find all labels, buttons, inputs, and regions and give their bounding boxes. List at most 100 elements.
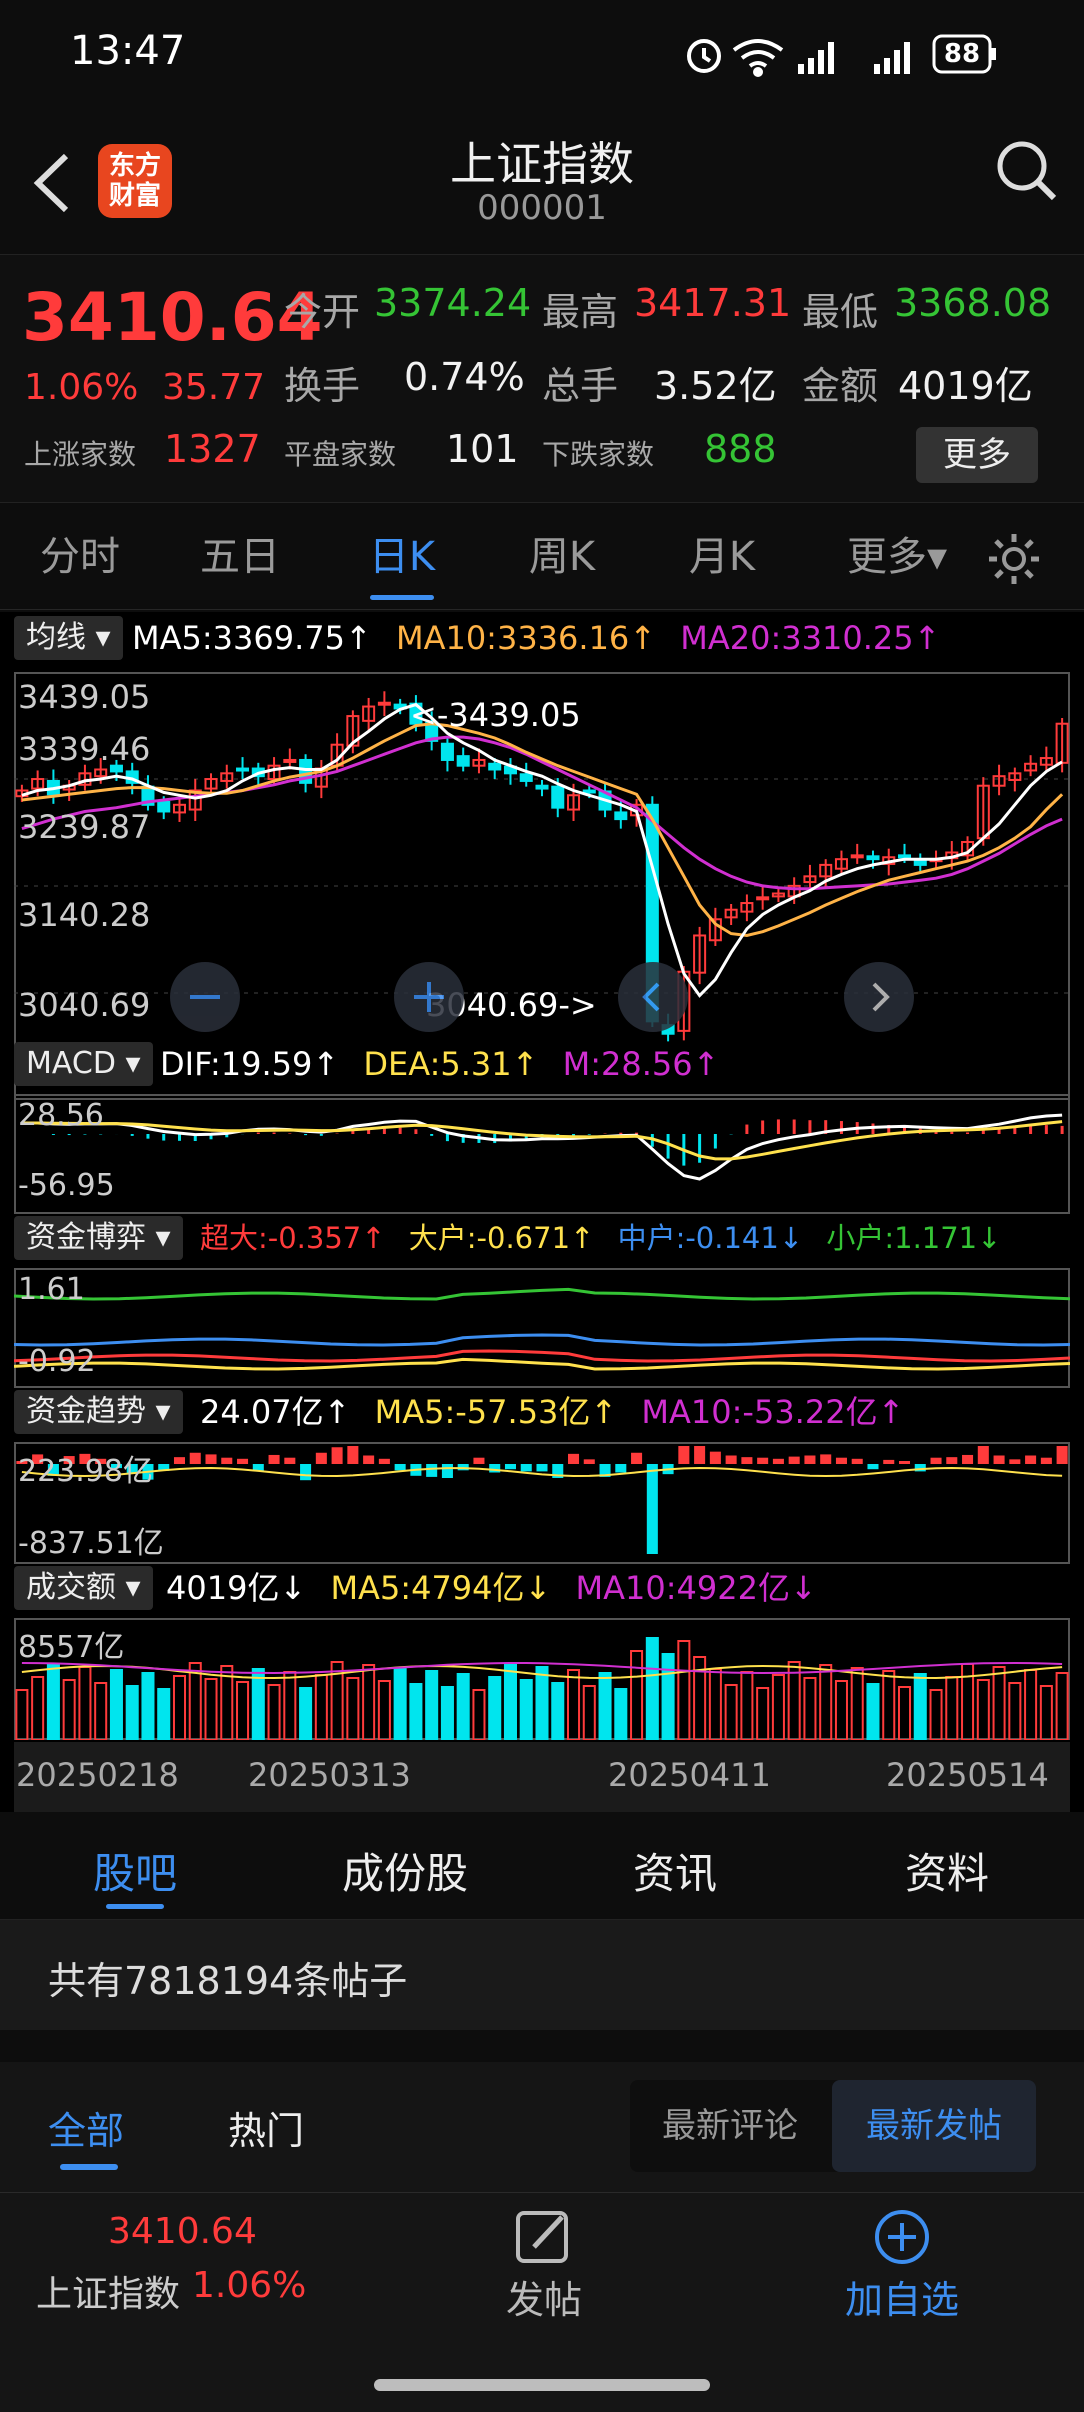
tab-more[interactable]: 更多▾ [832,505,962,610]
ma10-line [21,722,1064,938]
chart-frame [14,1094,1070,1214]
trend-bar [820,1454,832,1464]
ytick-5: 3040.69 [18,986,151,1024]
volume-bar [141,1672,155,1740]
open-label: 今开 [284,290,361,334]
candle-body [440,742,454,761]
change-percent: 1.06% [24,367,139,408]
trend-bar [237,1458,249,1464]
tab-intraday[interactable]: 分时 [20,505,140,610]
ma5-line [21,702,1063,998]
navigation-bar: 东方 财富 上证指数 000001 [0,110,1084,255]
fund-game-label: 资金博弈 [26,1220,146,1255]
volume-select[interactable]: 成交额 ▾ [14,1566,153,1610]
post-button[interactable]: 发帖 [504,2207,584,2337]
filter-all[interactable]: 全部 [48,2100,124,2155]
volume-bar [109,1669,123,1740]
chart-area: 均线 ▾ MA5:3369.75↑ MA10:3336.16↑ MA20:331… [0,612,1084,1812]
trend-bar [694,1446,706,1464]
ma-legend: MA5:3369.75↑ MA10:3336.16↑ MA20:3310.25↑ [132,616,954,660]
ma-indicator-select[interactable]: 均线 ▾ [14,616,123,660]
footer-name: 上证指数 [36,2274,181,2315]
trend-bar [347,1446,359,1464]
volume-bar [377,1680,391,1740]
macd-select[interactable]: MACD ▾ [14,1042,153,1086]
fund-game-select[interactable]: 资金博弈 ▾ [14,1216,183,1260]
trend-bar [583,1459,595,1464]
macd-ytick-1: 28.56 [18,1098,104,1133]
volume-bar [771,1674,785,1740]
ma5-value: MA5:3369.75↑ [132,619,372,657]
candle-body [897,854,912,859]
volume-value: 4019亿↓ [166,1569,307,1607]
open-value: 3374.24 [374,281,532,325]
tab-constituents[interactable]: 成份股 [320,1840,490,1901]
fund-game-chart [14,1268,1070,1388]
footer-pct: 1.06% [192,2265,307,2306]
trend-bar [631,1452,643,1464]
post-filter-bar: 全部 热门 最新评论 最新发帖 [0,2062,1084,2192]
high-marker: <-3439.05 [410,696,581,734]
scroll-right-button[interactable] [844,962,914,1032]
volume-bar [1055,1672,1069,1740]
fund-trend-chart [14,1442,1070,1564]
fund-trend-label: 资金趋势 [26,1394,146,1429]
amount-label: 金额 [802,364,879,408]
ma20-value: MA20:3310.25↑ [680,619,941,657]
add-watchlist-button[interactable]: 加自选 [842,2207,962,2337]
volume-bar [62,1679,76,1740]
trend-bar [300,1464,312,1481]
low-value: 3368.08 [894,281,1052,325]
settings-button[interactable] [986,531,1042,587]
volume-bar [551,1682,565,1740]
more-button[interactable]: 更多 [916,427,1038,483]
volume-bar [267,1684,281,1740]
fund-super: 超大:-0.357↑ [200,1221,386,1255]
trend-bar [284,1457,296,1464]
scroll-left-button[interactable] [618,962,688,1032]
kline-chart[interactable] [14,672,1070,1100]
zoom-out-button[interactable] [170,962,240,1032]
fund-trend-select[interactable]: 资金趋势 ▾ [14,1390,183,1434]
volume-bar [172,1675,187,1740]
trend-bar [709,1451,721,1464]
volume-bar [661,1653,675,1740]
date-label-4: 20250514 [886,1756,1049,1794]
fund-small: 小户:1.171↓ [826,1221,1002,1255]
trend-bar [788,1456,800,1464]
ytick-3: 3239.87 [18,808,151,846]
ytick-4: 3140.28 [18,896,151,934]
tab-guba[interactable]: 股吧 [60,1840,210,1901]
fund-mid: 中户:-0.141↓ [617,1221,804,1255]
tab-profile[interactable]: 资料 [872,1840,1022,1901]
zoom-in-button[interactable] [394,962,464,1032]
trend-bar [678,1446,690,1464]
candle-body [456,755,470,767]
sort-latest-comment[interactable]: 最新评论 [630,2080,830,2172]
tab-monthly-k[interactable]: 月K [662,505,782,610]
volume-bar [488,1676,502,1740]
search-button[interactable] [994,134,1058,204]
filter-hot[interactable]: 热门 [228,2100,304,2155]
volume-bar [834,1680,848,1740]
turnover-label: 换手 [284,364,361,408]
status-icons: 88 [680,30,1000,78]
volume-bar [440,1686,454,1740]
macd-dea: DEA:5.31↑ [363,1045,539,1083]
signal-icon [798,42,834,74]
period-tabs: 分时 五日 日K 周K 月K 更多▾ [0,505,1084,610]
trend-ytick-2: -837.51亿 [18,1526,164,1561]
chart-frame [14,1442,1070,1564]
tab-five-day[interactable]: 五日 [180,505,300,610]
fund-line [14,1349,1070,1363]
tab-news[interactable]: 资讯 [600,1840,750,1901]
low-label: 最低 [802,290,879,334]
volume-value: 3.52亿 [654,364,777,408]
sort-latest-post[interactable]: 最新发帖 [832,2080,1036,2172]
tab-weekly-k[interactable]: 周K [502,505,622,610]
date-label-2: 20250313 [248,1756,411,1794]
volume-bar [472,1689,486,1740]
footer-price: 3410.64 [108,2211,257,2252]
trend-bar [930,1457,942,1464]
trend-bar [1040,1457,1052,1464]
